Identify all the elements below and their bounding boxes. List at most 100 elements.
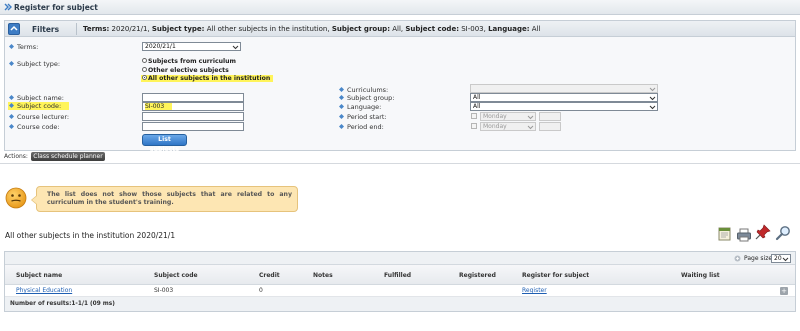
period-start-day-select[interactable]: Monday (480, 112, 536, 121)
summary-terms-value: 2020/21/1, (109, 25, 152, 33)
dropdown-caret-icon (527, 125, 534, 130)
course-code-input[interactable] (142, 122, 244, 131)
col-fulfilled[interactable]: Fulfilled (384, 272, 411, 279)
class-schedule-planner-button[interactable]: Class schedule planner (31, 152, 105, 161)
radio-other-elective-subjects[interactable]: Other elective subjects (142, 66, 229, 74)
subjects-grid: Page size 20 Subject name Subject code C… (4, 251, 796, 312)
page-size-select[interactable]: 20 (771, 254, 791, 263)
pin-icon[interactable] (755, 224, 771, 240)
dropdown-caret-icon (232, 45, 239, 50)
page-size-label: Page size (744, 255, 773, 262)
subject-name-link[interactable]: Physical Education (16, 287, 72, 294)
subject-group-label: Subject group: (339, 94, 394, 102)
dropdown-caret-icon (649, 105, 656, 110)
subject-group-select[interactable]: All (470, 93, 658, 102)
period-end-time-input[interactable] (539, 122, 561, 131)
grid-footer: Number of results:1-1/1 (09 ms) (5, 297, 795, 311)
plus-icon[interactable]: + (780, 287, 788, 295)
filter-panel (4, 37, 796, 151)
info-notice: The list does not show those subjects th… (31, 186, 298, 212)
period-end-day-select[interactable]: Monday (480, 122, 536, 131)
grid-pager: Page size 20 (5, 252, 795, 265)
diamond-bullet-icon (339, 103, 344, 109)
diamond-bullet-icon (339, 94, 344, 100)
notice-text: The list does not show those subjects th… (47, 191, 292, 206)
window-titlebar: Register for subject (0, 0, 800, 15)
period-end-label: Period end: (339, 123, 384, 131)
list-subjects-button[interactable]: List subjects (142, 134, 187, 153)
dropdown-caret-icon (527, 115, 534, 120)
diamond-bullet-icon (9, 43, 14, 49)
diamond-bullet-icon (9, 113, 14, 119)
col-subject-code[interactable]: Subject code (154, 272, 198, 279)
dropdown-caret-icon (649, 96, 656, 101)
window-title: Register for subject (14, 3, 98, 12)
col-registered[interactable]: Registered (459, 272, 496, 279)
summary-language-key: Language: (488, 25, 530, 33)
language-select[interactable]: All (470, 102, 658, 111)
diamond-bullet-icon (9, 60, 14, 66)
period-end-checkbox[interactable] (471, 123, 477, 129)
col-subject-name[interactable]: Subject name (16, 272, 62, 279)
period-start-checkbox[interactable] (471, 113, 477, 119)
filters-separator (76, 23, 77, 35)
col-waiting-list[interactable]: Waiting list (681, 272, 720, 279)
summary-type-value: All other subjects in the institution, (204, 25, 332, 33)
filters-header: Filters Terms: 2020/21/1, Subject type: … (4, 20, 796, 37)
course-lecturer-input[interactable] (142, 112, 244, 121)
summary-terms-key: Terms: (83, 25, 110, 33)
curriculums-label: Curriculums: (339, 86, 388, 94)
summary-language-value: All (529, 25, 541, 33)
col-credit[interactable]: Credit (259, 272, 280, 279)
summary-group-value: All, (390, 25, 406, 33)
diamond-bullet-icon (9, 102, 14, 108)
smiley-icon (5, 187, 27, 209)
col-notes[interactable]: Notes (313, 272, 333, 279)
diamond-bullet-icon (339, 113, 344, 119)
diamond-bullet-icon (9, 94, 14, 100)
subject-code-input[interactable]: SI-003 (142, 102, 244, 111)
period-start-label: Period start: (339, 113, 387, 121)
dropdown-caret-icon (782, 257, 789, 262)
terms-select[interactable]: 2020/21/1 (142, 42, 241, 51)
summary-code-value: SI-003, (459, 25, 489, 33)
period-start-time-input[interactable] (539, 112, 561, 121)
diamond-bullet-icon (9, 123, 14, 129)
radio-all-other-subjects[interactable]: All other subjects in the institution (141, 74, 274, 82)
col-register-for-subject[interactable]: Register for subject (522, 272, 589, 279)
subject-name-label: Subject name: (9, 94, 64, 102)
register-link[interactable]: Register (522, 287, 547, 294)
subject-code-value: SI-003 (145, 103, 173, 110)
search-icon[interactable] (775, 225, 791, 241)
actions-label: Actions: (4, 153, 28, 160)
subject-name-input[interactable] (142, 93, 244, 102)
summary-type-key: Subject type: (151, 25, 205, 33)
summary-code-key: Subject code: (405, 25, 459, 33)
divider (0, 163, 800, 164)
print-icon[interactable] (736, 227, 752, 243)
filters-label: Filters (32, 25, 60, 34)
filters-toggle-button[interactable] (8, 23, 20, 35)
table-row: Physical Education SI-003 0 Register + (5, 285, 795, 297)
radio-subjects-from-curriculum[interactable]: Subjects from curriculum (142, 57, 236, 65)
double-chevron-icon (4, 3, 12, 11)
grid-header: Subject name Subject code Credit Notes F… (5, 265, 795, 285)
summary-group-key: Subject group: (331, 25, 390, 33)
terms-label: Terms: (9, 43, 38, 51)
toggle-icon (10, 25, 18, 31)
filters-summary: Terms: 2020/21/1, Subject type: All othe… (83, 25, 540, 33)
course-code-label: Course code: (9, 123, 60, 131)
diamond-bullet-icon (339, 123, 344, 129)
curriculums-select[interactable] (470, 84, 658, 93)
list-title: All other subjects in the institution 20… (5, 231, 176, 240)
language-label: Language: (339, 103, 381, 111)
export-icon[interactable] (717, 226, 733, 242)
diamond-bullet-icon (339, 86, 344, 92)
subject-code-label: Subject code: (8, 102, 70, 110)
page-size-icon (734, 255, 741, 262)
dropdown-caret-icon (649, 87, 656, 92)
subject-type-label: Subject type: (9, 60, 60, 68)
subject-code-cell: SI-003 (154, 287, 174, 294)
credit-cell: 0 (259, 287, 263, 294)
results-count: Number of results:1-1/1 (09 ms) (10, 301, 115, 307)
